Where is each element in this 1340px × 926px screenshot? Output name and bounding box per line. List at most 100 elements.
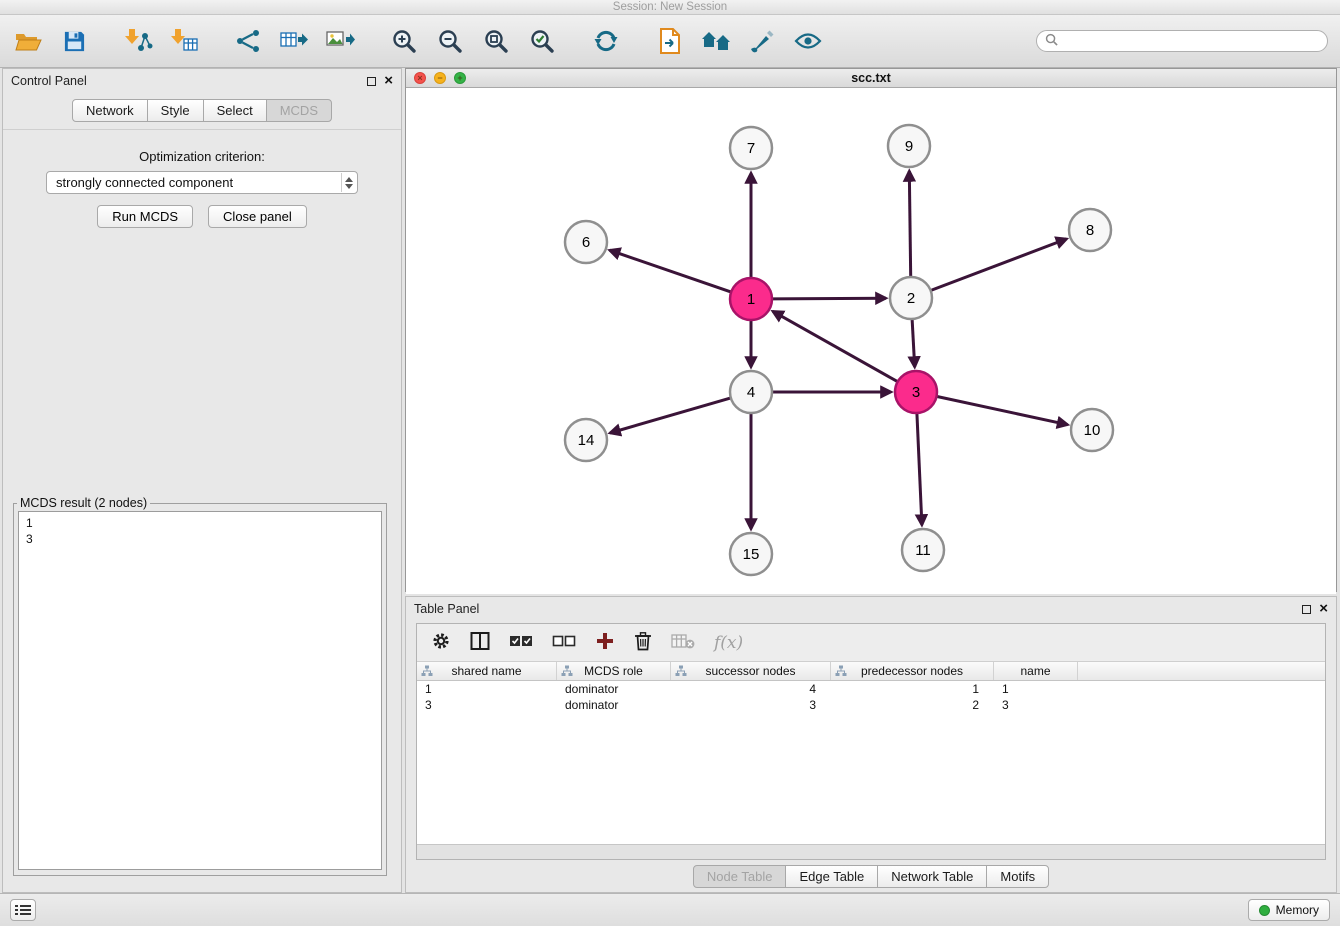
zoom-selected-icon[interactable] (526, 24, 558, 58)
memory-label: Memory (1276, 903, 1319, 917)
select-all-columns-icon[interactable] (509, 634, 533, 651)
network-title: scc.txt (406, 71, 1336, 85)
import-table-icon[interactable] (168, 24, 200, 58)
table-scrollbar[interactable] (417, 844, 1325, 859)
search-icon (1045, 33, 1058, 49)
tab-style[interactable]: Style (147, 99, 204, 122)
table-settings-gear-icon[interactable] (431, 631, 451, 654)
graph-edge-4-14[interactable] (610, 398, 731, 433)
delete-table-icon (671, 632, 695, 653)
column-header-predecessor-nodes[interactable]: predecessor nodes (831, 662, 994, 680)
table-row[interactable]: 1 dominator 4 1 1 (417, 681, 1325, 697)
refresh-icon[interactable] (590, 24, 622, 58)
export-image-icon[interactable] (324, 24, 356, 58)
tab-motifs[interactable]: Motifs (986, 865, 1049, 888)
cell-shared-name: 1 (417, 682, 557, 696)
tab-node-table[interactable]: Node Table (693, 865, 787, 888)
graph-edge-3-1[interactable] (773, 311, 898, 381)
table-panel-title: Table Panel (414, 602, 479, 616)
tab-edge-table[interactable]: Edge Table (785, 865, 878, 888)
zoom-fit-icon[interactable] (480, 24, 512, 58)
cell-mcds-role: dominator (557, 698, 671, 712)
toolbar-group-file (12, 24, 90, 58)
network-window-titlebar: × − + scc.txt (406, 69, 1336, 88)
network-graph[interactable]: 7968124314101511 (406, 88, 1336, 591)
tab-select[interactable]: Select (203, 99, 267, 122)
eye-icon[interactable] (792, 24, 824, 58)
unselect-all-columns-icon[interactable] (552, 634, 576, 651)
graph-node-label: 2 (907, 290, 915, 307)
graph-node-label: 1 (747, 291, 755, 308)
network-view-window: × − + scc.txt 7968124314101511 (405, 68, 1337, 592)
main-toolbar (0, 15, 1340, 68)
run-mcds-button[interactable]: Run MCDS (97, 205, 193, 228)
toolbar-group-refresh (590, 24, 622, 58)
task-history-button[interactable] (10, 899, 36, 921)
graph-node-label: 3 (912, 384, 920, 401)
table-panel: Table Panel × (405, 596, 1337, 893)
attribute-icon (835, 665, 847, 680)
cell-shared-name: 3 (417, 698, 557, 712)
open-session-icon[interactable] (12, 24, 44, 58)
tab-mcds[interactable]: MCDS (266, 99, 332, 122)
graph-edge-3-11[interactable] (917, 413, 922, 525)
graph-node-label: 7 (747, 140, 755, 157)
column-header-successor-nodes[interactable]: successor nodes (671, 662, 831, 680)
delete-column-icon[interactable] (634, 631, 652, 654)
network-canvas[interactable]: 7968124314101511 (406, 88, 1336, 594)
open-document-icon[interactable] (654, 24, 686, 58)
zoom-out-icon[interactable] (434, 24, 466, 58)
new-network-icon[interactable] (232, 24, 264, 58)
graph-node-label: 9 (905, 138, 913, 155)
save-session-icon[interactable] (58, 24, 90, 58)
toolbar-group-view (654, 24, 824, 58)
column-header-name[interactable]: name (994, 662, 1078, 680)
graph-edge-1-2[interactable] (772, 298, 886, 299)
graph-edge-2-3[interactable] (912, 319, 915, 367)
attribute-icon (675, 665, 687, 680)
window-titlebar: Session: New Session (0, 0, 1340, 15)
search-box[interactable] (1036, 30, 1328, 52)
float-table-panel-icon[interactable] (1302, 605, 1311, 614)
float-panel-icon[interactable] (367, 77, 376, 86)
maximize-window-icon[interactable]: + (454, 72, 466, 84)
column-header-shared-name[interactable]: shared name (417, 662, 557, 680)
add-column-icon[interactable] (595, 631, 615, 654)
optimization-criterion-select[interactable]: strongly connected component (46, 171, 358, 194)
paint-style-icon[interactable] (746, 24, 778, 58)
mcds-result-list[interactable]: 1 3 (18, 511, 382, 870)
zoom-in-icon[interactable] (388, 24, 420, 58)
home-overview-icon[interactable] (700, 24, 732, 58)
column-header-mcds-role[interactable]: MCDS role (557, 662, 671, 680)
close-panel-icon[interactable]: × (384, 76, 393, 86)
minimize-window-icon[interactable]: − (434, 72, 446, 84)
table-toolbar: f(x) (417, 624, 1325, 662)
toolbar-group-new-export (232, 24, 356, 58)
cell-successor-nodes: 3 (671, 698, 831, 712)
mcds-result-line: 1 (26, 515, 374, 531)
graph-edge-2-9[interactable] (909, 171, 910, 277)
graph-edge-2-8[interactable] (931, 239, 1067, 291)
cell-predecessor-nodes: 2 (831, 698, 994, 712)
mcds-result-title: MCDS result (2 nodes) (17, 496, 150, 510)
tab-network[interactable]: Network (72, 99, 148, 122)
import-network-icon[interactable] (122, 24, 154, 58)
control-panel: Control Panel × Network Style Select MCD… (2, 68, 402, 893)
cell-mcds-role: dominator (557, 682, 671, 696)
close-panel-button[interactable]: Close panel (208, 205, 307, 228)
graph-node-label: 4 (747, 384, 755, 401)
search-input[interactable] (1063, 34, 1319, 48)
cell-name: 3 (994, 698, 1078, 712)
tab-network-table[interactable]: Network Table (877, 865, 987, 888)
cell-predecessor-nodes: 1 (831, 682, 994, 696)
table-row[interactable]: 3 dominator 3 2 3 (417, 697, 1325, 713)
graph-edge-1-6[interactable] (610, 250, 732, 292)
memory-button[interactable]: Memory (1248, 899, 1330, 921)
close-window-icon[interactable]: × (414, 72, 426, 84)
toolbar-group-import (122, 24, 200, 58)
graph-edge-3-10[interactable] (937, 396, 1068, 424)
close-table-panel-icon[interactable]: × (1319, 604, 1328, 614)
optimization-criterion-value: strongly connected component (56, 175, 233, 190)
export-table-icon[interactable] (278, 24, 310, 58)
show-columns-icon[interactable] (470, 631, 490, 654)
